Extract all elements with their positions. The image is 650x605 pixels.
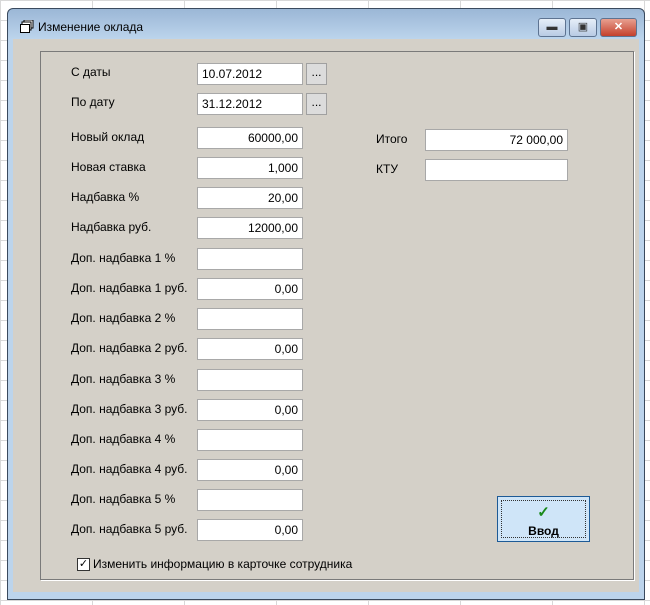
row-field[interactable] <box>197 248 303 270</box>
row-field[interactable] <box>197 489 303 511</box>
ktu-field[interactable] <box>425 159 568 181</box>
row-field[interactable]: 0,00 <box>197 459 303 481</box>
ktu-label: КТУ <box>376 162 398 176</box>
maximize-button[interactable]: ▣ <box>569 18 597 37</box>
row-label: Надбавка % <box>71 190 140 204</box>
row-label: Доп. надбавка 1 % <box>71 251 176 265</box>
date-to-field[interactable]: 31.12.2012 <box>197 93 303 115</box>
row-label: Доп. надбавка 2 % <box>71 311 176 325</box>
window-title: Изменение оклада <box>38 20 144 34</box>
row-field[interactable] <box>197 429 303 451</box>
row-field[interactable]: 0,00 <box>197 278 303 300</box>
row-label: Надбавка руб. <box>71 220 152 234</box>
date-from-picker-button[interactable]: ... <box>306 63 327 85</box>
row-label: Доп. надбавка 4 руб. <box>71 462 188 476</box>
row-label: Доп. надбавка 3 руб. <box>71 402 188 416</box>
row-label: Доп. надбавка 3 % <box>71 372 176 386</box>
row-field[interactable]: 60000,00 <box>197 127 303 149</box>
checkmark-icon: ✓ <box>537 504 550 521</box>
date-to-picker-button[interactable]: ... <box>306 93 327 115</box>
submit-button[interactable]: ✓ Ввод <box>497 496 590 542</box>
row-label: Доп. надбавка 4 % <box>71 432 176 446</box>
update-card-label: Изменить информацию в карточке сотрудник… <box>93 557 353 571</box>
dialog-window: Изменение оклада ▬ ▣ ✕ Новый оклад 60000,… <box>7 8 645 600</box>
close-button[interactable]: ✕ <box>600 18 637 37</box>
row-field[interactable]: 0,00 <box>197 519 303 541</box>
date-from-field[interactable]: 10.07.2012 <box>197 63 303 85</box>
row-field[interactable]: 0,00 <box>197 399 303 421</box>
row-field[interactable] <box>197 369 303 391</box>
row-label: Новая ставка <box>71 160 146 174</box>
date-to-label: По дату <box>71 95 115 109</box>
client-area: Новый оклад 60000,00 Новая ставка 1,000 Надб… <box>13 39 639 592</box>
forms-icon <box>20 20 34 33</box>
submit-label: Ввод <box>528 524 559 538</box>
row-label: Доп. надбавка 5 % <box>71 492 176 506</box>
row-label: Доп. надбавка 2 руб. <box>71 341 188 355</box>
row-field[interactable]: 12000,00 <box>197 217 303 239</box>
row-field[interactable]: 0,00 <box>197 338 303 360</box>
date-from-label: С даты <box>71 65 111 79</box>
update-card-checkbox[interactable]: ✓ <box>77 558 90 571</box>
minimize-button[interactable]: ▬ <box>538 18 566 37</box>
row-label: Доп. надбавка 1 руб. <box>71 281 188 295</box>
row-field[interactable]: 20,00 <box>197 187 303 209</box>
row-label: Новый оклад <box>71 130 145 144</box>
total-field[interactable]: 72 000,00 <box>425 129 568 151</box>
row-label: Доп. надбавка 5 руб. <box>71 522 188 536</box>
row-field[interactable]: 1,000 <box>197 157 303 179</box>
total-label: Итого <box>376 132 408 146</box>
row-field[interactable] <box>197 308 303 330</box>
